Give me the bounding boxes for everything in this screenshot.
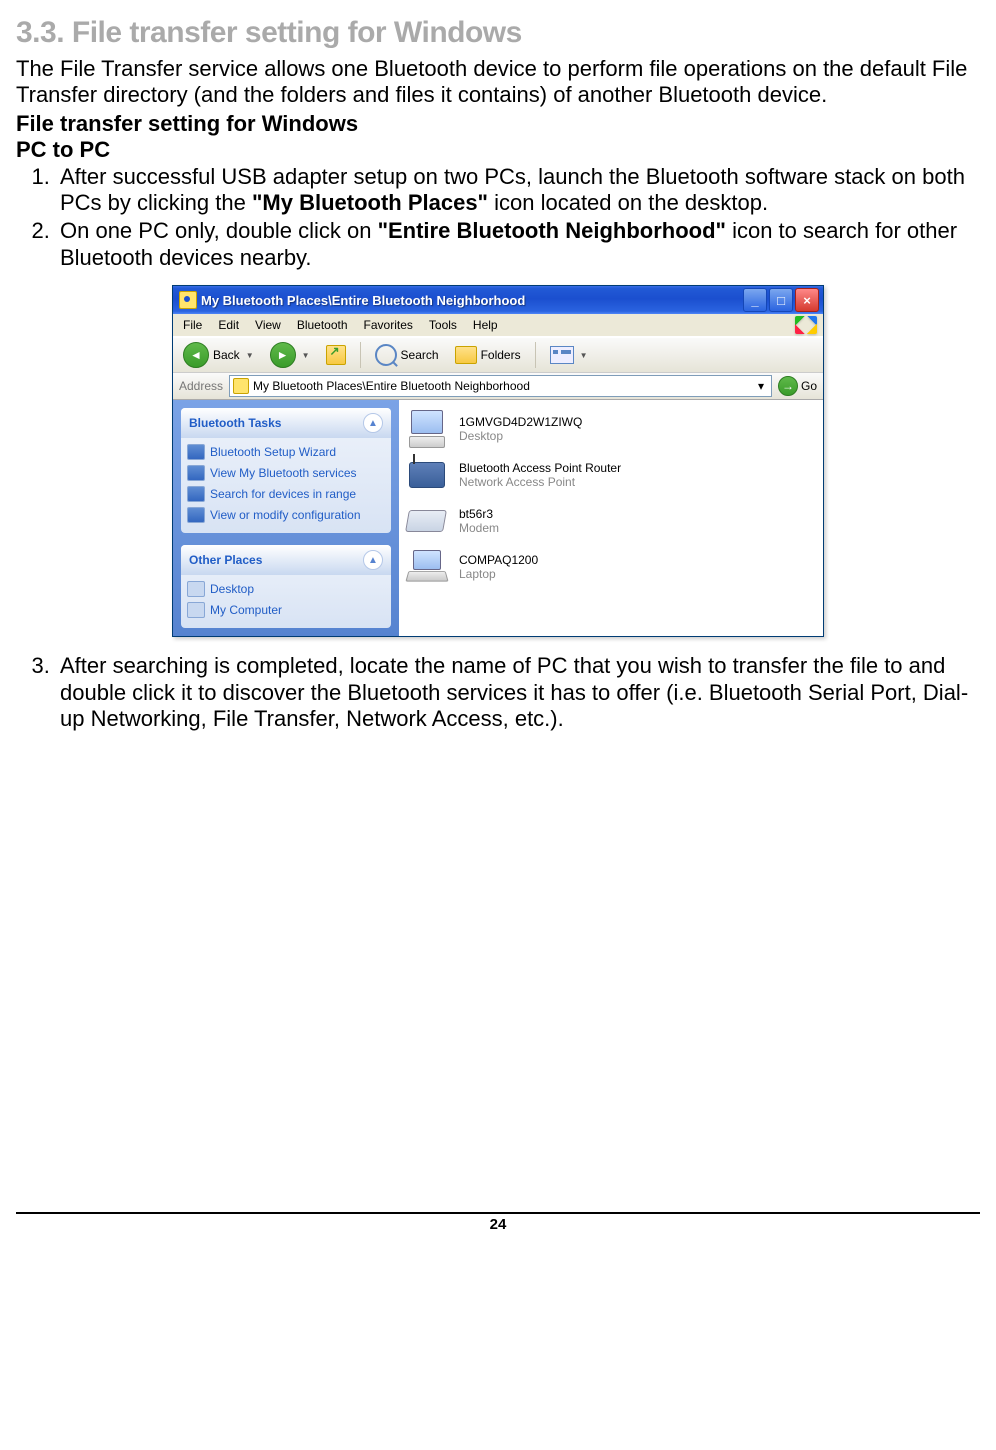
laptop-icon [405, 548, 449, 586]
close-button[interactable]: × [795, 288, 819, 312]
other-places-panel: Other Places ▲ Desktop My Computer [181, 545, 391, 628]
modem-icon [405, 502, 449, 540]
maximize-button[interactable]: □ [769, 288, 793, 312]
window-title: My Bluetooth Places\Entire Bluetooth Nei… [201, 293, 743, 308]
folder-icon [455, 346, 477, 364]
search-button[interactable]: Search [369, 341, 445, 369]
search-icon [375, 344, 397, 366]
other-places-title: Other Places ▲ [181, 545, 391, 575]
address-bar: Address My Bluetooth Places\Entire Bluet… [173, 373, 823, 400]
minimize-button[interactable]: _ [743, 288, 767, 312]
menu-help[interactable]: Help [473, 318, 498, 332]
other-my-computer[interactable]: My Computer [187, 602, 385, 618]
titlebar[interactable]: My Bluetooth Places\Entire Bluetooth Nei… [173, 286, 823, 314]
steps-list-1: After successful USB adapter setup on tw… [16, 164, 980, 272]
device-name: Bluetooth Access Point Router [459, 461, 621, 475]
other-desktop[interactable]: Desktop [187, 581, 385, 597]
menu-tools[interactable]: Tools [429, 318, 457, 332]
folders-button[interactable]: Folders [449, 341, 527, 369]
screenshot: My Bluetooth Places\Entire Bluetooth Nei… [16, 285, 980, 637]
desktop-icon [405, 410, 449, 448]
address-label: Address [179, 379, 223, 393]
folders-label: Folders [481, 348, 521, 362]
window-icon [179, 291, 197, 309]
steps-list-2: After searching is completed, locate the… [16, 653, 980, 732]
sidebar: Bluetooth Tasks ▲ Bluetooth Setup Wizard… [173, 400, 399, 636]
chevron-down-icon[interactable]: ▾ [754, 379, 768, 393]
device-list: 1GMVGD4D2W1ZIWQDesktop Bluetooth Access … [399, 400, 823, 636]
step-1: After successful USB adapter setup on tw… [56, 164, 980, 217]
toolbar: ◄ Back ▼ ► ▼ Search Folders ▼ [173, 337, 823, 373]
menu-file[interactable]: File [183, 318, 202, 332]
search-devices-icon [187, 486, 205, 502]
device-name: 1GMVGD4D2W1ZIWQ [459, 415, 582, 429]
device-type: Network Access Point [459, 475, 621, 489]
access-point-icon [405, 456, 449, 494]
up-icon [326, 345, 346, 365]
task-view-services[interactable]: View My Bluetooth services [187, 465, 385, 481]
search-label: Search [401, 348, 439, 362]
device-type: Laptop [459, 567, 538, 581]
page-number: 24 [16, 1212, 980, 1233]
separator [535, 342, 536, 368]
step-3: After searching is completed, locate the… [56, 653, 980, 732]
device-item[interactable]: bt56r3Modem [405, 502, 817, 540]
chevron-down-icon: ▼ [302, 351, 310, 360]
device-item[interactable]: 1GMVGD4D2W1ZIWQDesktop [405, 410, 817, 448]
window-body: Bluetooth Tasks ▲ Bluetooth Setup Wizard… [173, 400, 823, 636]
computer-icon [187, 602, 205, 618]
device-name: COMPAQ1200 [459, 553, 538, 567]
address-icon [233, 378, 249, 394]
up-button[interactable] [320, 341, 352, 369]
forward-icon: ► [270, 342, 296, 368]
menu-view[interactable]: View [255, 318, 281, 332]
intro-paragraph: The File Transfer service allows one Blu… [16, 56, 980, 109]
device-item[interactable]: Bluetooth Access Point RouterNetwork Acc… [405, 456, 817, 494]
forward-button[interactable]: ► ▼ [264, 341, 316, 369]
bluetooth-tasks-title: Bluetooth Tasks ▲ [181, 408, 391, 438]
views-button[interactable]: ▼ [544, 341, 594, 369]
device-type: Desktop [459, 429, 582, 443]
desktop-icon [187, 581, 205, 597]
subheading-1: File transfer setting for Windows [16, 111, 980, 137]
go-label: Go [801, 379, 817, 393]
menu-bluetooth[interactable]: Bluetooth [297, 318, 348, 332]
address-text: My Bluetooth Places\Entire Bluetooth Nei… [253, 379, 750, 393]
subheading-2: PC to PC [16, 137, 980, 163]
menu-edit[interactable]: Edit [218, 318, 239, 332]
task-setup-wizard[interactable]: Bluetooth Setup Wizard [187, 444, 385, 460]
windows-flag-icon [795, 316, 817, 334]
device-name: bt56r3 [459, 507, 499, 521]
section-heading: 3.3. File transfer setting for Windows [16, 16, 980, 50]
back-icon: ◄ [183, 342, 209, 368]
back-button[interactable]: ◄ Back ▼ [177, 341, 260, 369]
address-field[interactable]: My Bluetooth Places\Entire Bluetooth Nei… [229, 375, 772, 397]
config-icon [187, 507, 205, 523]
services-icon [187, 465, 205, 481]
back-label: Back [213, 348, 240, 362]
step-2: On one PC only, double click on "Entire … [56, 218, 980, 271]
task-configuration[interactable]: View or modify configuration [187, 507, 385, 523]
collapse-button[interactable]: ▲ [363, 550, 383, 570]
separator [360, 342, 361, 368]
menu-favorites[interactable]: Favorites [364, 318, 413, 332]
menubar: File Edit View Bluetooth Favorites Tools… [173, 314, 823, 337]
go-button[interactable]: → Go [778, 376, 817, 396]
chevron-down-icon: ▼ [580, 351, 588, 360]
device-item[interactable]: COMPAQ1200Laptop [405, 548, 817, 586]
chevron-down-icon: ▼ [246, 351, 254, 360]
task-search-devices[interactable]: Search for devices in range [187, 486, 385, 502]
go-icon: → [778, 376, 798, 396]
wizard-icon [187, 444, 205, 460]
device-type: Modem [459, 521, 499, 535]
collapse-button[interactable]: ▲ [363, 413, 383, 433]
views-icon [550, 346, 574, 364]
bluetooth-tasks-panel: Bluetooth Tasks ▲ Bluetooth Setup Wizard… [181, 408, 391, 533]
xp-window: My Bluetooth Places\Entire Bluetooth Nei… [172, 285, 824, 637]
